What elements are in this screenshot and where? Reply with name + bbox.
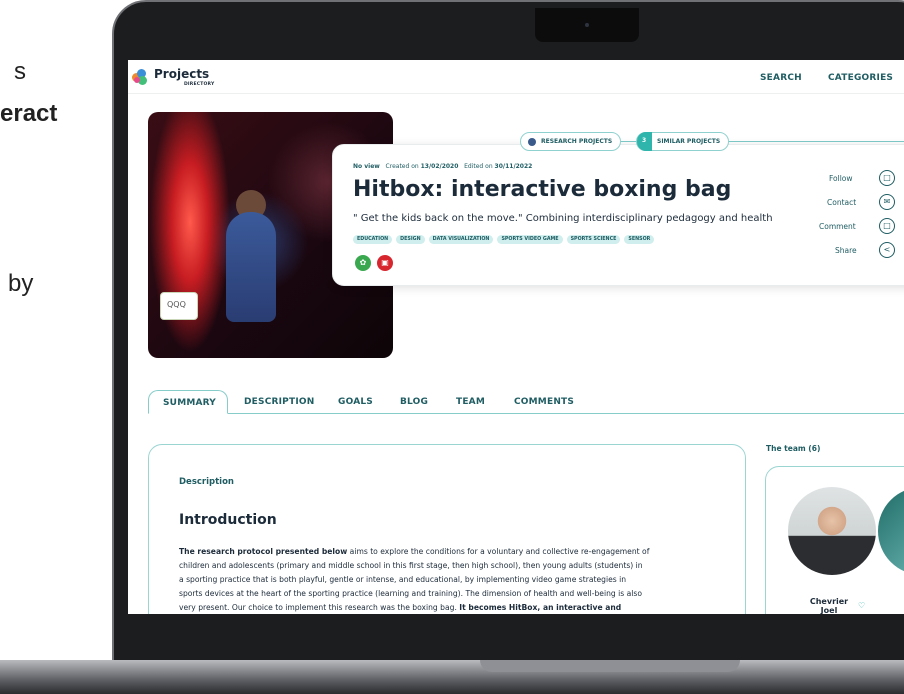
tab-blog[interactable]: BLOG [400, 397, 428, 407]
comment-label[interactable]: Comment [819, 222, 856, 231]
member-name[interactable]: Chevrier Joel [804, 597, 854, 614]
views-count: No view [353, 163, 380, 170]
description-text: The research protocol presented below ai… [179, 545, 719, 614]
hero-photo-body [226, 212, 276, 322]
edited-label: Edited on [464, 163, 493, 170]
line-5: very present. Our choice to implement th… [179, 603, 460, 612]
member-first-name: Joel [820, 606, 838, 614]
logo-title: Projects [154, 67, 210, 81]
member-last-name: Chevrier [809, 597, 849, 606]
tag-sensor[interactable]: SENSOR [624, 235, 655, 244]
avatar[interactable] [878, 487, 904, 575]
edited-date: 30/11/2022 [494, 163, 533, 170]
tag-sports-video-game[interactable]: SPORTS VIDEO GAME [497, 235, 563, 244]
book-icon[interactable]: ▣ [377, 255, 393, 271]
comment-icon[interactable]: □ [879, 218, 895, 234]
olympic-badge: QQQ [160, 292, 198, 320]
line-2: children and adolescents (primary and mi… [179, 561, 643, 570]
site-header: Projects DIRECTORY SEARCH CATEGORIES [128, 60, 904, 94]
logo-icon [132, 69, 148, 85]
line-4: sports devices at the heart of the sport… [179, 589, 642, 598]
project-card: No view Created on 13/02/2020 Edited on … [332, 144, 904, 286]
tab-comments[interactable]: COMMENTS [514, 397, 574, 407]
line-1: aims to explore the conditions for a vol… [347, 547, 650, 556]
section-label: Description [179, 477, 234, 487]
category-icons: ✿ ▣ [355, 255, 393, 271]
logo-subtitle: DIRECTORY [184, 82, 215, 87]
bookmark-icon[interactable]: □ [879, 170, 895, 186]
health-icon[interactable]: ✿ [355, 255, 371, 271]
avatar[interactable] [788, 487, 876, 575]
lead-bold: The research protocol presented below [179, 547, 348, 556]
laptop-base [0, 660, 904, 694]
tag-design[interactable]: DESIGN [396, 235, 425, 244]
similar-projects-label: SIMILAR PROJECTS [657, 138, 721, 145]
page-fragment-2: eract [0, 100, 58, 127]
member-name[interactable]: C An [890, 597, 904, 614]
tag-data-visualization[interactable]: DATA VISUALIZATION [428, 235, 494, 244]
member-last-name: C [890, 597, 904, 606]
nav-search[interactable]: SEARCH [760, 73, 802, 83]
nav-categories[interactable]: CATEGORIES [828, 73, 893, 83]
tab-team[interactable]: TEAM [456, 397, 485, 407]
badge-text: QQQ [167, 300, 186, 309]
created-date: 13/02/2020 [420, 163, 459, 170]
globe-icon [528, 138, 536, 146]
laptop-camera [535, 8, 639, 42]
laptop-screen: Projects DIRECTORY SEARCH CATEGORIES QQQ… [128, 60, 904, 614]
contact-label[interactable]: Contact [827, 198, 856, 207]
mail-icon[interactable]: ✉ [879, 194, 895, 210]
tab-description[interactable]: DESCRIPTION [244, 397, 314, 407]
member-first-name: An [890, 606, 904, 614]
line-3: a sporting practice that is both playful… [179, 575, 627, 584]
tag-education[interactable]: EDUCATION [353, 235, 393, 244]
heart-icon[interactable]: ♡ [858, 601, 865, 610]
team-title: The team (6) [766, 444, 821, 453]
created-label: Created on [385, 163, 419, 170]
line-5-bold: It becomes HitBox, an interactive and [459, 603, 622, 612]
project-subtitle: " Get the kids back on the move." Combin… [353, 213, 773, 224]
team-panel: Chevrier Joel ♡ C An [765, 466, 904, 614]
description-panel: Description Introduction The research pr… [148, 444, 746, 614]
page-fragment-3: by [8, 270, 34, 297]
tab-summary[interactable]: SUMMARY [148, 390, 228, 414]
tag-sports-science[interactable]: SPORTS SCIENCE [566, 235, 621, 244]
share-label[interactable]: Share [835, 246, 857, 255]
tab-goals[interactable]: GOALS [338, 397, 373, 407]
research-projects-label: RESEARCH PROJECTS [541, 138, 613, 145]
follow-label[interactable]: Follow [829, 174, 853, 183]
tag-list: EDUCATION DESIGN DATA VISUALIZATION SPOR… [353, 235, 655, 244]
project-title: Hitbox: interactive boxing bag [353, 177, 732, 202]
tabs-rule [148, 413, 904, 414]
similar-count: 3 [637, 132, 652, 151]
project-meta: No view Created on 13/02/2020 Edited on … [353, 163, 532, 170]
page-fragment-1: s [14, 58, 26, 85]
section-heading: Introduction [179, 512, 277, 528]
share-icon[interactable]: < [879, 242, 895, 258]
similar-projects-pill[interactable]: 3 SIMILAR PROJECTS [636, 132, 730, 151]
research-projects-pill[interactable]: RESEARCH PROJECTS [520, 132, 622, 151]
